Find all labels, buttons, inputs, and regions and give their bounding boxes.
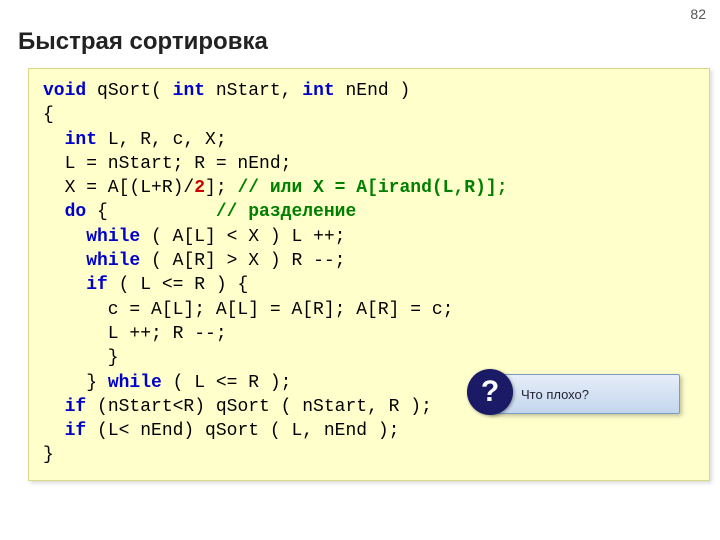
code-text xyxy=(43,421,65,441)
code-block: void qSort( int nStart, int nEnd ) { int… xyxy=(28,68,710,481)
code-text: ( A[R] > X ) R --; xyxy=(140,251,345,271)
kw-int: int xyxy=(173,81,205,101)
kw-while: while xyxy=(86,227,140,247)
kw-void: void xyxy=(43,81,86,101)
code-text: { xyxy=(43,105,54,125)
kw-do: do xyxy=(65,202,87,222)
code-text: } xyxy=(43,373,108,393)
num-literal: 2 xyxy=(194,178,205,198)
code-text: (nStart<R) qSort ( nStart, R ); xyxy=(86,397,432,417)
code-text xyxy=(43,202,65,222)
code-text: nEnd ) xyxy=(335,81,411,101)
code-text: L ++; R --; xyxy=(43,324,227,344)
kw-while: while xyxy=(86,251,140,271)
code-text: L, R, c, X; xyxy=(97,130,227,150)
kw-if: if xyxy=(65,397,87,417)
question-icon: ? xyxy=(467,369,513,415)
code-text xyxy=(43,227,86,247)
code-text: ( L <= R ); xyxy=(162,373,292,393)
callout-text: Что плохо? xyxy=(521,387,589,402)
code-text: ( L <= R ) { xyxy=(108,275,248,295)
code-text: qSort( xyxy=(86,81,172,101)
kw-int: int xyxy=(65,130,97,150)
kw-while: while xyxy=(108,373,162,393)
code-text: } xyxy=(43,348,119,368)
kw-if: if xyxy=(86,275,108,295)
code-text: ]; xyxy=(205,178,237,198)
code-text xyxy=(43,251,86,271)
code-text: L = nStart; R = nEnd; xyxy=(43,154,291,174)
code-text: } xyxy=(43,445,54,465)
slide-title: Быстрая сортировка xyxy=(18,28,268,56)
comment: // разделение xyxy=(216,202,356,222)
page-number: 82 xyxy=(690,6,706,22)
code-text: X = A[(L+R)/ xyxy=(43,178,194,198)
question-callout: ? Что плохо? xyxy=(488,374,680,414)
comment: // или X = A[irand(L,R)]; xyxy=(237,178,507,198)
kw-if: if xyxy=(65,421,87,441)
code-text: nStart, xyxy=(205,81,302,101)
code-text xyxy=(43,130,65,150)
code-text: (L< nEnd) qSort ( L, nEnd ); xyxy=(86,421,399,441)
code-text: c = A[L]; A[L] = A[R]; A[R] = c; xyxy=(43,300,453,320)
code-text: ( A[L] < X ) L ++; xyxy=(140,227,345,247)
code-text: { xyxy=(86,202,216,222)
code-text xyxy=(43,397,65,417)
kw-int: int xyxy=(302,81,334,101)
code-text xyxy=(43,275,86,295)
